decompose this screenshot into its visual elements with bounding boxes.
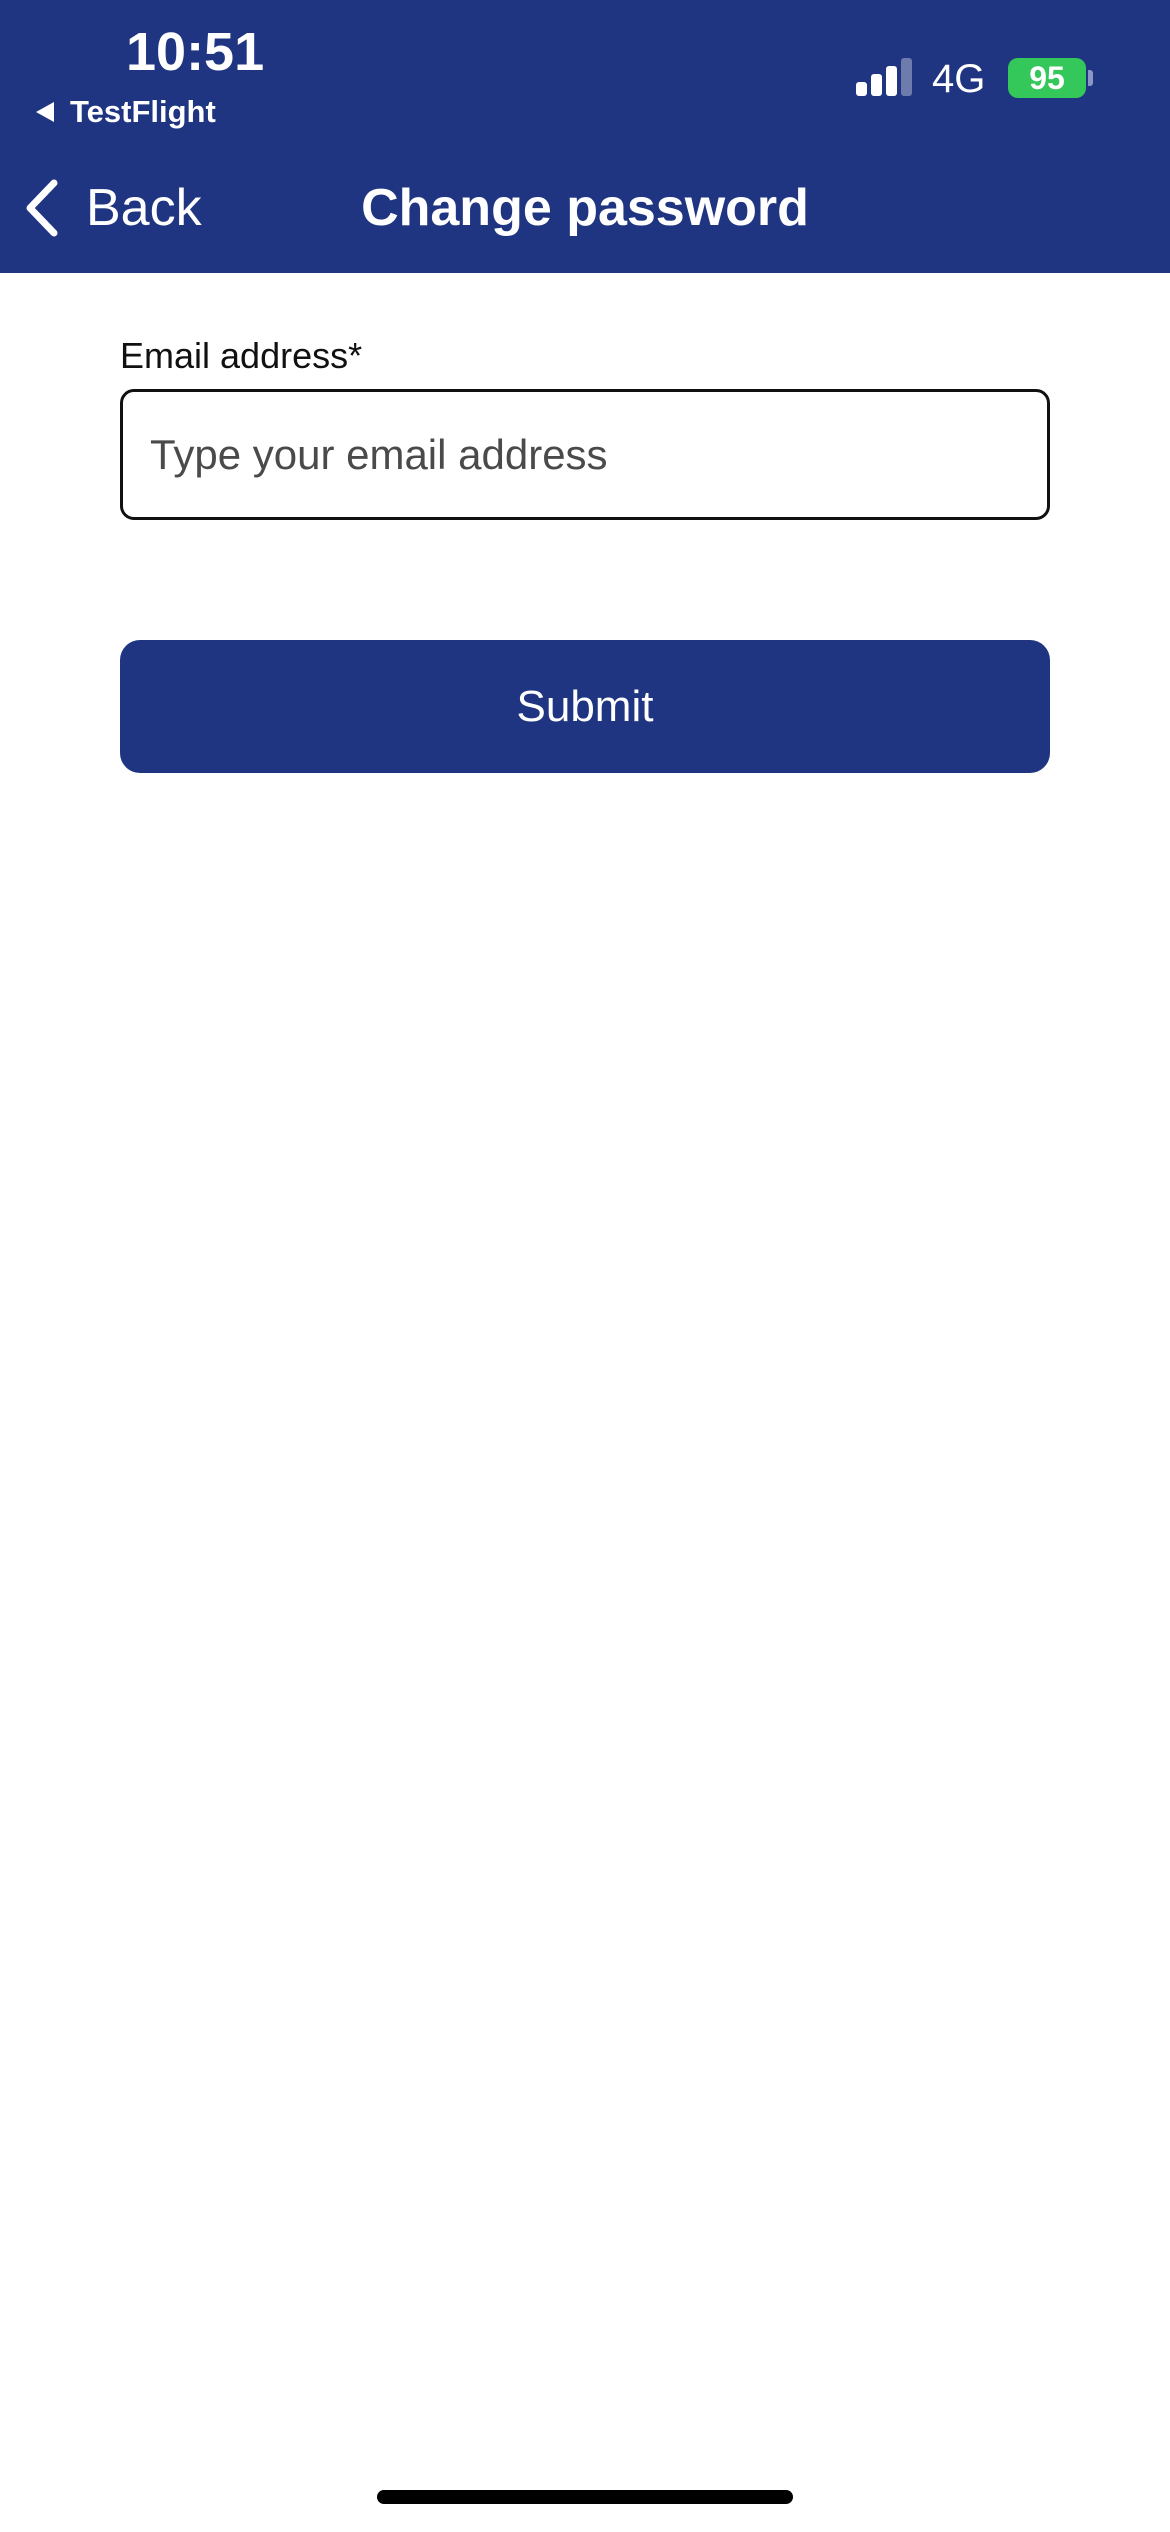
back-triangle-icon bbox=[36, 102, 54, 122]
cellular-signal-icon bbox=[856, 58, 914, 96]
signal-bar bbox=[856, 82, 867, 96]
back-app-label: TestFlight bbox=[70, 94, 216, 129]
signal-bar bbox=[871, 74, 882, 96]
page-title: Change password bbox=[361, 179, 809, 237]
network-type: 4G bbox=[932, 57, 986, 101]
email-label: Email address* bbox=[120, 335, 363, 376]
email-field[interactable] bbox=[120, 389, 1050, 520]
status-time: 10:51 bbox=[126, 22, 265, 82]
battery-level: 95 bbox=[1029, 60, 1065, 96]
battery-icon: 95 bbox=[1008, 58, 1086, 98]
battery-cap bbox=[1088, 70, 1093, 86]
signal-bar bbox=[886, 66, 897, 96]
signal-bar bbox=[901, 58, 912, 96]
home-indicator[interactable] bbox=[377, 2490, 793, 2504]
submit-button[interactable]: Submit bbox=[120, 640, 1050, 773]
app-header: 10:51 TestFlight 4G 95 Back Change passw… bbox=[0, 0, 1170, 273]
back-to-app-link[interactable]: TestFlight bbox=[36, 90, 216, 134]
